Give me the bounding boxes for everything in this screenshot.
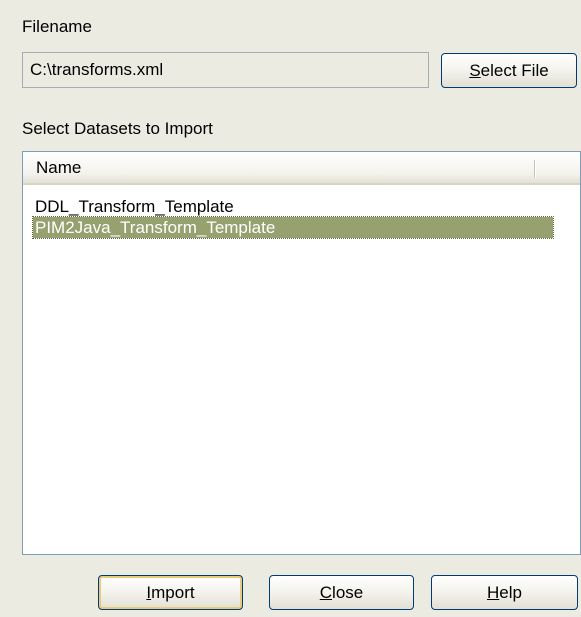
filename-field[interactable]: C:\transforms.xml	[22, 52, 429, 88]
close-label: lose	[332, 583, 364, 602]
list-rows: DDL_Transform_Template PIM2Java_Transfor…	[32, 196, 554, 239]
close-mnemonic: C	[319, 583, 333, 602]
import-label: mport	[151, 583, 195, 602]
import-datasets-dialog: Filename C:\transforms.xml Select File S…	[0, 0, 581, 617]
select-file-mnemonic: S	[469, 61, 481, 80]
list-header: Name	[23, 152, 580, 185]
filename-label: Filename	[22, 17, 92, 36]
datasets-list[interactable]: Name DDL_Transform_Template PIM2Java_Tra…	[22, 151, 581, 555]
column-divider[interactable]	[534, 160, 536, 178]
help-button[interactable]: Help	[431, 575, 578, 610]
datasets-label: Select Datasets to Import	[22, 119, 213, 138]
help-mnemonic: H	[487, 583, 500, 602]
select-file-button[interactable]: Select File	[441, 53, 577, 88]
close-button[interactable]: Close	[269, 575, 414, 610]
list-item-selected[interactable]: PIM2Java_Transform_Template	[32, 216, 554, 239]
column-header-name[interactable]: Name	[23, 152, 535, 183]
help-label: elp	[499, 583, 522, 602]
import-button[interactable]: Import	[98, 575, 243, 610]
list-item[interactable]: DDL_Transform_Template	[33, 196, 553, 217]
select-file-label: elect File	[480, 61, 549, 80]
